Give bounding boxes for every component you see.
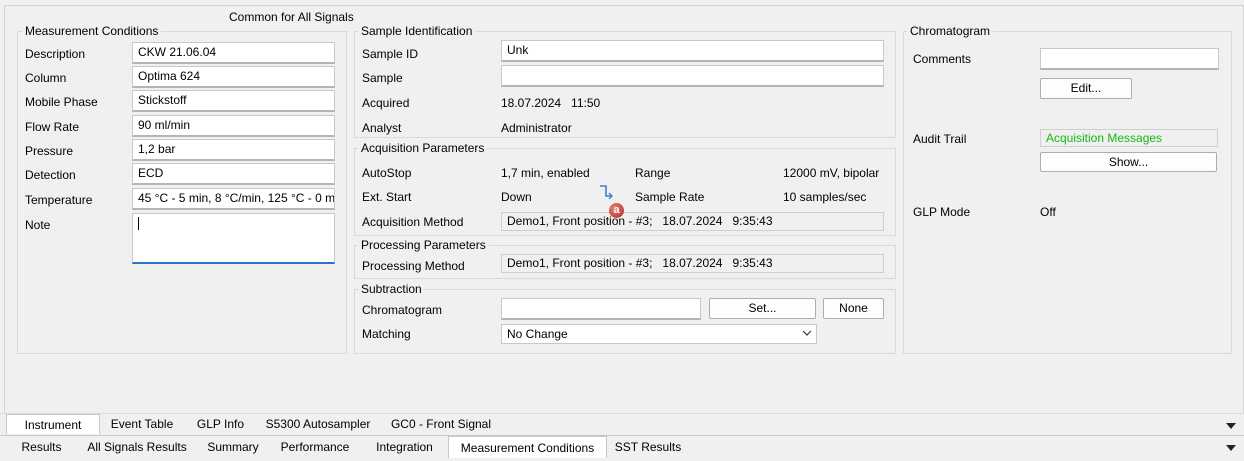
mc-field-note[interactable] [132,213,335,264]
autostop-value: 1,7 min, enabled [501,166,590,180]
analyst-value: Administrator [501,121,572,135]
inner-tab-gc0-front-signal[interactable]: GC0 - Front Signal [382,414,500,434]
audit-trail-label: Audit Trail [913,132,967,146]
sample-id-label: Sample ID [362,47,419,61]
outer-tab-summary[interactable]: Summary [197,436,269,458]
matching-select-value: No Change [507,327,568,341]
mc-label-detection: Detection [25,168,76,182]
inner-tab-instrument[interactable]: Instrument [6,414,100,434]
text-caret [138,217,139,231]
autostop-label: AutoStop [362,166,412,180]
mc-label-pressure: Pressure [25,144,74,158]
subtraction-chromatogram-label: Chromatogram [362,303,443,317]
none-button[interactable]: None [823,298,884,319]
falling-edge-icon [600,185,613,199]
inner-tab-event-table[interactable]: Event Table [100,414,184,434]
processing-method-field: Demo1, Front position - #3; 18.07.2024 9… [501,254,884,273]
ext-start-label: Ext. Start [362,190,412,204]
mc-label-mobile-phase: Mobile Phase [25,95,98,109]
outer-tab-all-signals-results[interactable]: All Signals Results [77,436,197,458]
glp-mode-label: GLP Mode [913,205,971,219]
mc-field-detection[interactable]: ECD [132,163,335,185]
mc-label-description: Description [25,47,86,61]
sample-field[interactable] [501,65,884,87]
annotation-marker-glyph: a [613,204,620,216]
sample-label: Sample [362,71,403,85]
sample-id-field[interactable]: Unk [501,40,884,62]
mc-label-note: Note [25,218,51,232]
outer-tab-performance[interactable]: Performance [270,436,360,458]
comments-field[interactable] [1040,48,1219,70]
matching-select[interactable]: No Change [501,324,817,344]
acquisition-method-field: Demo1, Front position - #3; 18.07.2024 9… [501,212,884,231]
mc-field-temperature[interactable]: 45 °C - 5 min, 8 °C/min, 125 °C - 0 min,… [132,188,335,210]
show-button[interactable]: Show... [1040,152,1217,172]
mc-field-description[interactable]: CKW 21.06.04 [132,42,335,64]
mc-field-flow-rate[interactable]: 90 ml/min [132,115,335,137]
outer-tab-sst-results[interactable]: SST Results [607,436,689,458]
comments-label: Comments [913,52,972,66]
mc-label-flow-rate: Flow Rate [25,120,80,134]
processing-method-label: Processing Method [362,259,465,273]
mc-label-temperature: Temperature [25,193,93,207]
ext-start-value: Down [501,190,532,204]
sample-identification-title: Sample Identification [358,24,476,38]
analyst-label: Analyst [362,121,402,135]
outer-tab-measurement-conditions[interactable]: Measurement Conditions [448,436,607,458]
mc-field-pressure[interactable]: 1,2 bar [132,139,335,161]
inner-tab-s5300-autosampler[interactable]: S5300 Autosampler [256,414,380,434]
range-label: Range [635,166,671,180]
acquisition-parameters-title: Acquisition Parameters [358,141,488,155]
glp-mode-value: Off [1040,205,1056,219]
chevron-down-icon [802,330,812,336]
inner-tabs-dropdown-icon[interactable] [1226,422,1236,430]
mc-field-mobile-phase[interactable]: Stickstoff [132,90,335,112]
outer-tabs-dropdown-icon[interactable] [1226,444,1236,452]
inner-tab-glp-info[interactable]: GLP Info [185,414,256,434]
sample-rate-label: Sample Rate [635,190,705,204]
set-button[interactable]: Set... [709,298,816,319]
measurement-conditions-title: Measurement Conditions [22,24,162,38]
annotation-marker: a [609,203,624,218]
range-value: 12000 mV, bipolar [783,166,880,180]
acquired-value: 18.07.2024 11:50 [501,96,601,110]
matching-label: Matching [362,327,411,341]
chromatogram-title: Chromatogram [907,24,994,38]
outer-tab-results[interactable]: Results [8,436,75,458]
acquisition-method-label: Acquisition Method [362,215,464,229]
acquired-label: Acquired [362,96,410,110]
subtraction-title: Subtraction [358,282,425,296]
subtraction-chromatogram-field[interactable] [501,298,701,320]
mc-field-column[interactable]: Optima 624 [132,66,335,88]
sample-rate-value: 10 samples/sec [783,190,867,204]
outer-tab-integration[interactable]: Integration [362,436,447,458]
header-title: Common for All Signals [229,10,354,24]
audit-trail-field: Acquisition Messages [1040,129,1218,147]
mc-label-column: Column [25,71,67,85]
edit-button[interactable]: Edit... [1040,78,1132,99]
processing-parameters-title: Processing Parameters [358,238,489,252]
